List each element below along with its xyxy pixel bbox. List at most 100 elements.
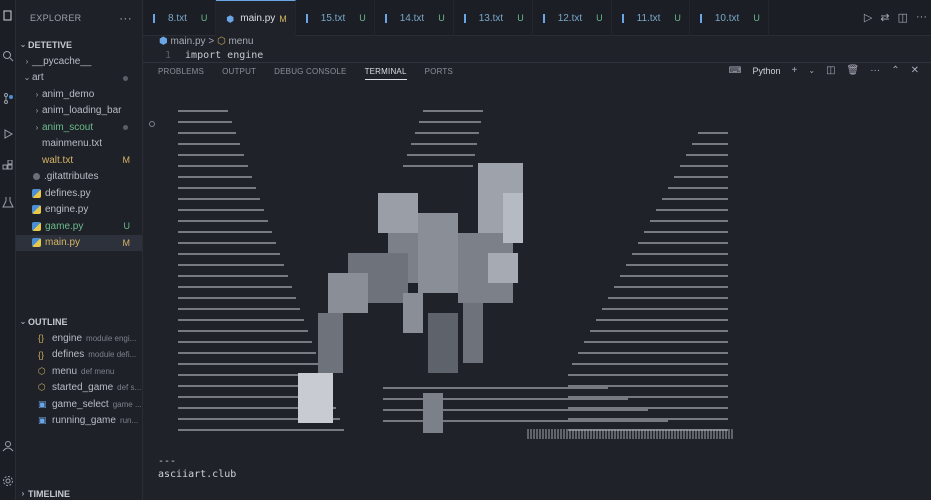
outline-item-label: engine	[52, 332, 83, 344]
method-icon: ⬡	[38, 365, 46, 376]
breadcrumb-symbol[interactable]: menu	[228, 36, 253, 47]
editor-tab[interactable]: 13.txt U	[454, 0, 533, 36]
outline-item-label: game_select	[52, 398, 109, 410]
file-tree-item-label: walt.txt	[42, 154, 74, 166]
file-tree-item-label: mainmenu.txt	[42, 138, 103, 150]
search-icon[interactable]	[2, 50, 14, 62]
run-debug-icon[interactable]	[2, 128, 14, 140]
file-tree-item[interactable]: mainmenu.txt	[16, 136, 142, 153]
outline-title: OUTLINE	[28, 316, 68, 327]
outline-item[interactable]: ▣ running_game run...	[16, 413, 142, 430]
code-text[interactable]: import engine	[185, 50, 263, 61]
explorer-icon[interactable]	[2, 10, 14, 22]
file-tree-item-label: game.py	[45, 220, 84, 232]
panel-tab[interactable]: TERMINAL	[364, 67, 407, 80]
split-editor-icon[interactable]: ◫	[898, 11, 908, 24]
file-tree-item-label: art	[32, 72, 44, 84]
method-icon: ⬡	[38, 382, 46, 393]
panel-tab[interactable]: PORTS	[425, 67, 453, 80]
chevron-down-icon[interactable]: ⌄	[808, 66, 815, 75]
chevron-down-icon: ⌄	[23, 73, 31, 83]
outline-item[interactable]: ⬡ started_game def s...	[16, 380, 142, 397]
compare-changes-icon[interactable]: ⇄	[880, 11, 889, 24]
module-icon: {}	[38, 349, 45, 360]
git-file-icon	[33, 173, 40, 181]
file-tree-item[interactable]: defines.py	[16, 185, 142, 202]
git-status-badge: M	[279, 13, 287, 24]
file-tree-item-label: main.py	[45, 237, 81, 249]
terminal-output[interactable]: --- asciiart.club	[158, 455, 236, 481]
terminal-shell-label[interactable]: Python	[752, 66, 780, 76]
split-terminal-icon[interactable]: ◫	[826, 65, 835, 76]
panel-actions: ⌨ Python + ⌄ ◫ 🗑 ··· ⌃ ✕	[728, 65, 919, 76]
file-tree-item[interactable]: main.py M	[16, 234, 142, 251]
run-icon[interactable]: ▷	[864, 11, 872, 24]
editor-tab[interactable]: ⬢ main.py M	[216, 0, 296, 36]
source-control-icon[interactable]	[2, 92, 14, 104]
explorer-title-text: EXPLORER	[30, 13, 82, 23]
workspace-section-header[interactable]: ⌄ DETETIVE	[16, 36, 142, 53]
editor-tab[interactable]: 12.txt U	[533, 0, 612, 36]
account-icon[interactable]	[2, 440, 14, 452]
module-icon: {}	[38, 333, 45, 344]
file-tree-item[interactable]: › anim_demo	[16, 86, 142, 103]
editor-tab[interactable]: 8.txt U	[143, 0, 217, 36]
panel-tab[interactable]: DEBUG CONSOLE	[274, 67, 346, 80]
file-tree-item[interactable]: .gitattributes	[16, 169, 142, 186]
ascii-art-block	[378, 193, 418, 233]
outline-section-header[interactable]: ⌄ OUTLINE	[16, 313, 142, 330]
python-file-icon: ⬢	[226, 14, 235, 24]
file-tree-item[interactable]: ⌄ art	[16, 70, 142, 87]
file-tree-item[interactable]: game.py U	[16, 218, 142, 235]
outline-item-detail: game ...	[112, 399, 142, 409]
editor-area: ⬢ main.py > ⬡ menu 1 import engine	[143, 36, 931, 62]
testing-icon[interactable]	[2, 196, 14, 208]
close-icon[interactable]: ✕	[911, 65, 919, 76]
extensions-icon[interactable]	[2, 159, 14, 172]
settings-gear-icon[interactable]	[2, 475, 14, 487]
code-line[interactable]: 1 import engine	[165, 50, 263, 61]
git-status-badge: U	[123, 221, 131, 232]
terminal-decoration-icon	[149, 121, 155, 127]
outline-item[interactable]: ⬡ menu def menu	[16, 363, 142, 380]
file-tree-item[interactable]: › anim_scout	[16, 119, 142, 136]
outline-item[interactable]: ▣ game_select game ...	[16, 396, 142, 413]
editor-tabs: 8.txt U ⬢ main.py M 15.txt U 14.txt U 13.txt U 12.t…	[143, 0, 931, 36]
panel-tab[interactable]: PROBLEMS	[158, 67, 204, 80]
trash-icon[interactable]: 🗑	[847, 65, 860, 76]
text-file-icon	[699, 13, 709, 23]
python-file-icon	[32, 238, 41, 248]
git-status-badge: U	[438, 13, 445, 23]
more-actions-icon[interactable]: ···	[916, 11, 927, 24]
editor-tab[interactable]: 15.txt U	[296, 0, 375, 36]
file-tree-item-label: anim_scout	[42, 121, 94, 133]
text-file-icon	[463, 13, 473, 23]
editor-tab-label: 10.txt	[714, 12, 740, 24]
text-file-icon	[542, 13, 552, 23]
file-tree-item[interactable]: › anim_loading_bar	[16, 103, 142, 120]
explorer-title: EXPLORER ···	[16, 0, 142, 36]
timeline-section-header[interactable]: › TIMELINE	[16, 485, 142, 500]
more-actions-icon[interactable]: ···	[870, 65, 880, 76]
outline-item-detail: module defi...	[88, 350, 137, 360]
maximize-panel-icon[interactable]: ⌃	[891, 65, 899, 76]
editor-tab[interactable]: 10.txt U	[690, 0, 769, 36]
git-status-dot	[123, 125, 128, 130]
text-file-icon	[621, 13, 631, 23]
file-tree-item-label: anim_demo	[42, 88, 95, 100]
terminal-icon: ⌨	[728, 65, 742, 75]
file-tree-item[interactable]: walt.txt M	[16, 152, 142, 169]
more-actions-icon[interactable]: ···	[119, 11, 132, 25]
panel-tab[interactable]: OUTPUT	[222, 67, 256, 80]
ascii-art-block	[298, 373, 333, 423]
editor-tab[interactable]: 14.txt U	[375, 0, 454, 36]
file-tree-item[interactable]: engine.py	[16, 202, 142, 219]
outline-item[interactable]: {} defines module defi...	[16, 347, 142, 364]
new-terminal-icon[interactable]: +	[792, 65, 798, 76]
ascii-art-block	[328, 273, 368, 313]
file-tree-item[interactable]: › __pycache__	[16, 53, 142, 70]
editor-tab[interactable]: 11.txt U	[612, 0, 690, 36]
outline-item[interactable]: {} engine module engi...	[16, 330, 142, 347]
outline-item-label: menu	[52, 365, 78, 377]
breadcrumb-file[interactable]: main.py	[171, 36, 206, 47]
